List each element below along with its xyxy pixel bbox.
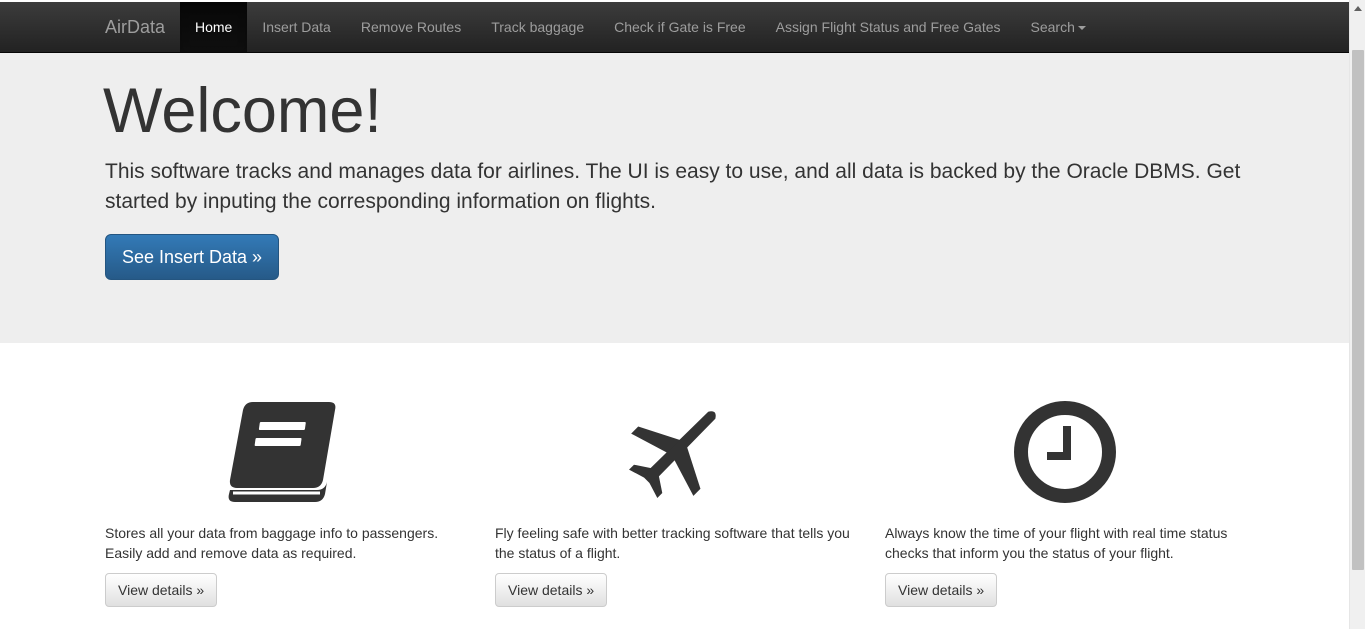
nav-menu: Home Insert Data Remove Routes Track bag… — [180, 2, 1101, 52]
feature-column-flight: Fly feeling safe with better tracking so… — [495, 400, 855, 607]
feature-text: Fly feeling safe with better tracking so… — [495, 525, 850, 561]
view-details-button[interactable]: View details » — [495, 573, 608, 607]
nav-item-check-gate[interactable]: Check if Gate is Free — [599, 2, 761, 52]
page-title: Welcome! — [103, 76, 382, 146]
caret-down-icon — [1077, 26, 1086, 31]
nav-item-insert-data[interactable]: Insert Data — [247, 2, 345, 52]
top-navbar: AirData Home Insert Data Remove Routes T… — [0, 2, 1349, 53]
feature-text: Always know the time of your flight with… — [885, 525, 1228, 561]
welcome-jumbotron: Welcome! This software tracks and manage… — [0, 53, 1349, 343]
feature-column-data: Stores all your data from baggage info t… — [105, 400, 465, 607]
view-details-button[interactable]: View details » — [105, 573, 218, 607]
airplane-icon — [495, 400, 855, 504]
brand-link[interactable]: AirData — [105, 2, 165, 52]
see-insert-data-button[interactable]: See Insert Data » — [105, 234, 279, 280]
view-details-button[interactable]: View details » — [885, 573, 998, 607]
search-label: Search — [1030, 19, 1075, 35]
scroll-up-arrow-icon[interactable] — [1354, 6, 1362, 11]
nav-item-assign-flight-status[interactable]: Assign Flight Status and Free Gates — [761, 2, 1016, 52]
scrollbar-thumb[interactable] — [1352, 50, 1364, 570]
vertical-scrollbar[interactable] — [1349, 0, 1365, 629]
intro-text: This software tracks and manages data fo… — [105, 160, 1241, 213]
nav-item-search-dropdown[interactable]: Search — [1016, 2, 1101, 52]
feature-text: Stores all your data from baggage info t… — [105, 525, 439, 561]
clock-icon — [885, 400, 1245, 504]
book-icon — [105, 400, 465, 504]
nav-item-remove-routes[interactable]: Remove Routes — [346, 2, 476, 52]
nav-item-home[interactable]: Home — [180, 2, 248, 52]
feature-column-time: Always know the time of your flight with… — [885, 400, 1245, 607]
nav-item-track-baggage[interactable]: Track baggage — [476, 2, 599, 52]
